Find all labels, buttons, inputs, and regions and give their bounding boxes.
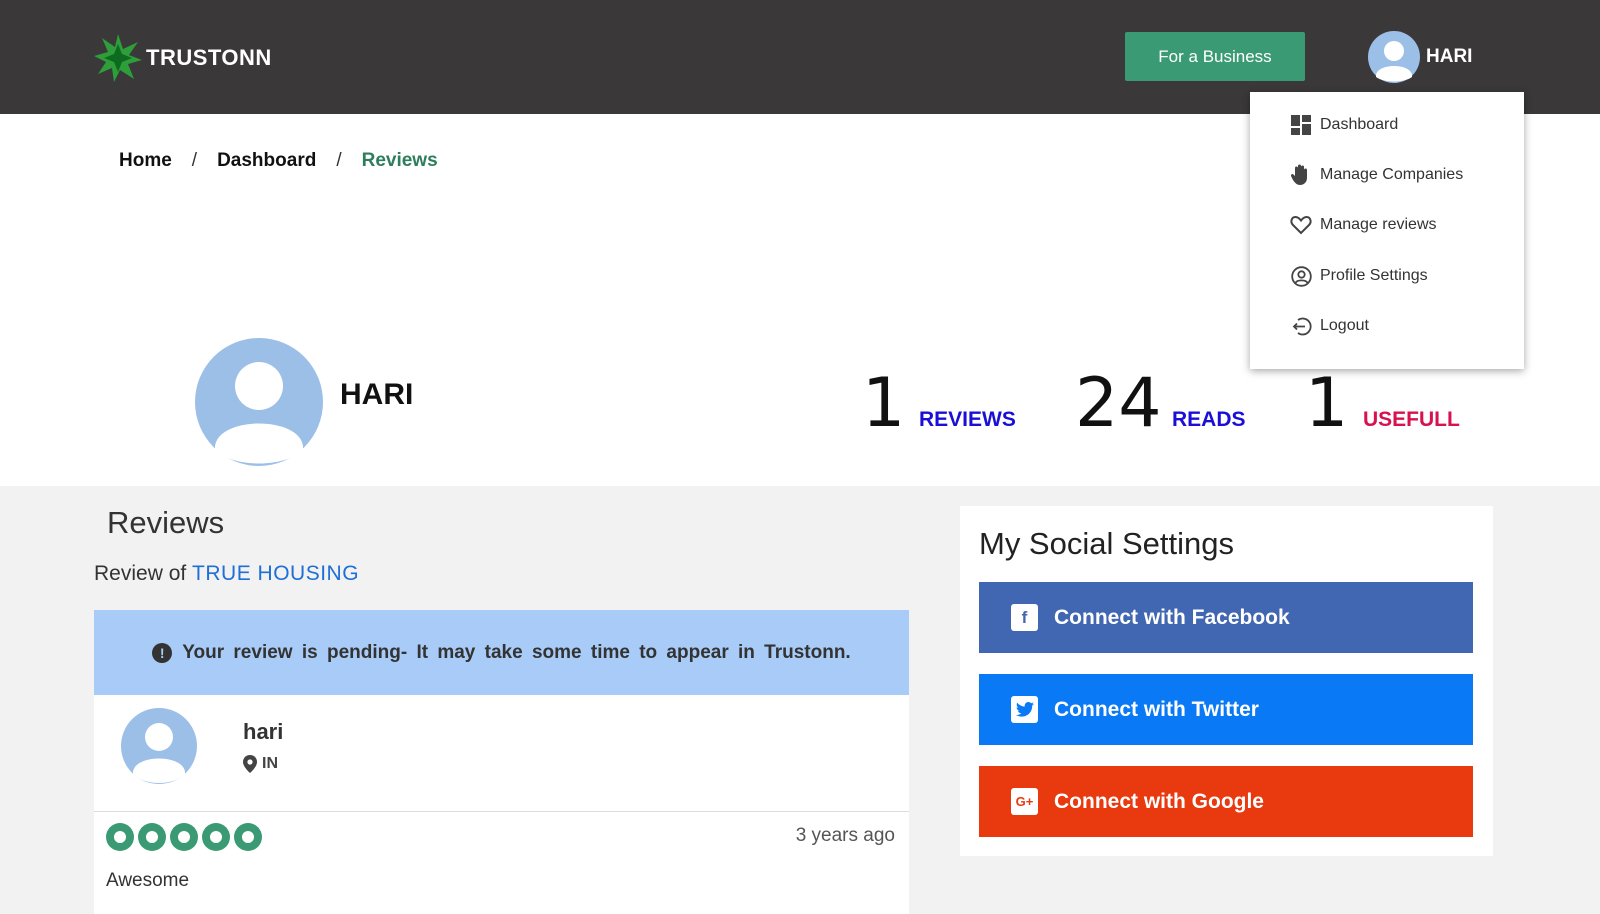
connect-google-button[interactable]: G+ Connect with Google [979,766,1473,837]
map-pin-icon [243,755,257,773]
menu-item-dashboard[interactable]: Dashboard [1290,114,1398,136]
profile-name: HARI [340,378,414,411]
breadcrumb-current: Reviews [361,150,438,171]
rating-star-icon [234,823,262,851]
rating-star-icon [202,823,230,851]
user-circle-icon [1290,265,1312,287]
reviewer-location: IN [243,755,278,773]
dashboard-icon [1290,114,1312,136]
pending-message: Your review is pending- It may take some… [182,641,851,663]
exclamation-icon: ! [152,642,173,663]
reviews-label[interactable]: REVIEWS [919,408,1016,432]
user-avatar-icon [1368,31,1420,83]
breadcrumb: Home / Dashboard / Reviews [119,150,438,172]
twitter-icon [1011,696,1038,723]
rating-star-icon [106,823,134,851]
breadcrumb-separator: / [336,150,342,171]
logo-text: TRUSTONN [146,45,272,70]
reviews-heading: Reviews [107,505,225,540]
menu-item-label: Profile Settings [1320,267,1428,284]
menu-item-label: Manage Companies [1320,166,1464,183]
user-avatar-icon [195,338,323,466]
trustonn-star-icon [94,34,142,82]
menu-item-label: Manage reviews [1320,216,1437,233]
pending-alert: ! Your review is pending- It may take so… [94,610,909,695]
usefull-count: 1 [1305,364,1349,443]
connect-facebook-button[interactable]: f Connect with Facebook [979,582,1473,653]
company-link[interactable]: TRUE HOUSING [192,562,359,585]
menu-item-manage-reviews[interactable]: Manage reviews [1290,214,1437,236]
reviewer-avatar [121,708,197,789]
google-plus-icon: G+ [1011,788,1038,815]
divider [94,811,909,812]
review-of-line: Review of TRUE HOUSING [94,562,359,586]
rating-star-icon [138,823,166,851]
location-text: IN [262,755,278,772]
facebook-icon: f [1011,604,1038,631]
connect-twitter-label: Connect with Twitter [1054,697,1259,721]
logo[interactable]: TRUSTONN [94,34,272,82]
breadcrumb-home[interactable]: Home [119,150,172,172]
reviews-count: 1 [862,364,906,443]
review-card: hari IN 3 years ago Awesome [94,695,909,914]
social-settings-title: My Social Settings [979,526,1234,561]
connect-twitter-button[interactable]: Connect with Twitter [979,674,1473,745]
connect-google-label: Connect with Google [1054,789,1264,813]
rating-star-icon [170,823,198,851]
menu-item-label: Logout [1320,317,1369,334]
user-menu-toggle[interactable]: HARI [1368,31,1472,83]
header-user-name: HARI [1426,46,1473,67]
menu-item-manage-companies[interactable]: Manage Companies [1290,164,1463,186]
menu-item-label: Dashboard [1320,116,1399,133]
reads-count: 24 [1075,364,1162,443]
review-time: 3 years ago [795,825,895,846]
user-avatar-icon [121,708,197,784]
connect-facebook-label: Connect with Facebook [1054,605,1290,629]
review-text: Awesome [106,870,190,891]
rating-stars [106,823,266,851]
heart-icon [1290,214,1312,236]
usefull-label[interactable]: USEFULL [1363,408,1460,432]
profile-avatar [195,338,323,471]
review-of-prefix: Review of [94,562,187,585]
logout-icon [1290,315,1312,337]
menu-item-profile-settings[interactable]: Profile Settings [1290,265,1428,287]
hand-icon [1290,164,1312,186]
social-settings-panel: My Social Settings f Connect with Facebo… [960,506,1493,856]
reads-label[interactable]: READS [1172,408,1246,432]
breadcrumb-separator: / [191,150,198,171]
breadcrumb-dashboard[interactable]: Dashboard [217,150,316,172]
user-dropdown-menu: Dashboard Manage Companies Manage review… [1250,92,1524,369]
menu-item-logout[interactable]: Logout [1290,315,1369,337]
reviewer-name: hari [243,719,284,744]
for-business-button[interactable]: For a Business [1125,32,1305,81]
